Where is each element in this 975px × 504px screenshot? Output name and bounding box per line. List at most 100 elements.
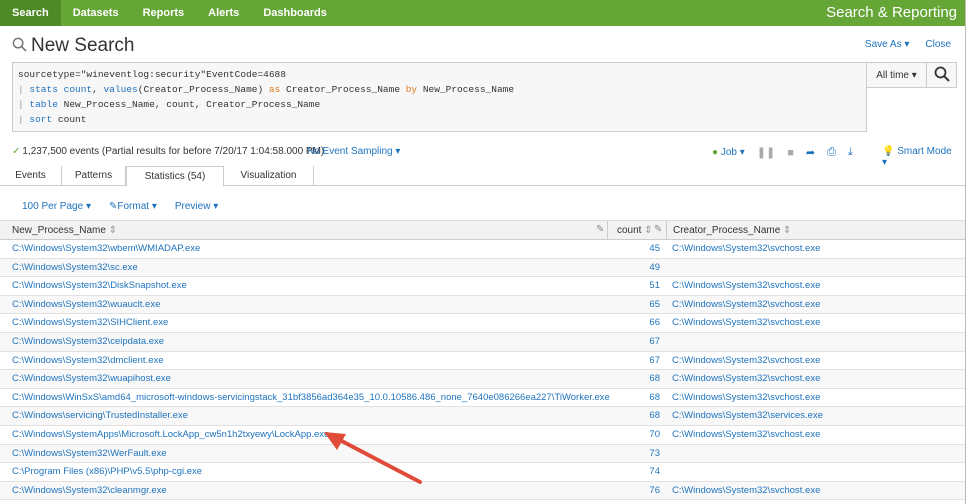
table-row: C:\Windows\SystemApps\Microsoft.LockApp_… xyxy=(0,426,965,445)
new-process-name-cell[interactable]: C:\Windows\System32\DiskSnapshot.exe xyxy=(12,277,187,295)
close-button[interactable]: Close xyxy=(925,39,951,50)
table-row: C:\Windows\System32\dmclient.exe 67 C:\Win… xyxy=(0,352,965,371)
count-cell[interactable]: 74 xyxy=(615,463,660,481)
print-icon[interactable]: ⎙ xyxy=(827,146,836,159)
search-mode-dropdown[interactable]: 💡 Smart Mode ▾ xyxy=(882,146,957,168)
count-cell[interactable]: 67 xyxy=(615,333,660,351)
nav-dashboards[interactable]: Dashboards xyxy=(251,0,339,26)
new-process-name-cell[interactable]: C:\Windows\servicing\TrustedInstaller.ex… xyxy=(12,407,188,425)
query-token: | xyxy=(18,114,30,125)
count-cell[interactable]: 66 xyxy=(615,314,660,332)
query-line: | sort count xyxy=(18,112,861,127)
tab-patterns[interactable]: Patterns xyxy=(62,166,126,186)
count-cell[interactable]: 70 xyxy=(615,426,660,444)
share-icon[interactable]: ➦ xyxy=(806,146,815,159)
search-icon xyxy=(12,37,27,55)
save-as-label: Save As xyxy=(864,39,902,50)
chevron-down-icon: ▾ xyxy=(85,201,91,212)
count-cell[interactable]: 49 xyxy=(615,259,660,277)
table-row: C:\Windows\System32\wuauclt.exe 65 C:\Wind… xyxy=(0,295,965,315)
tab-events[interactable]: Events xyxy=(0,166,62,186)
new-process-name-cell[interactable]: C:\Program Files (x86)\PHP\v5.5\php-cgi.… xyxy=(12,463,202,481)
chevron-down-icon: ▾ xyxy=(739,147,745,158)
search-icon xyxy=(934,66,950,85)
save-as-button[interactable]: Save As ▾ xyxy=(865,39,910,50)
per-page-dropdown[interactable]: 100 Per Page ▾ xyxy=(22,201,91,212)
table-header-row: New_Process_Name ⇕ ✎ count ⇕ ✎ Creator_P… xyxy=(0,220,965,240)
statistics-table: New_Process_Name ⇕ ✎ count ⇕ ✎ Creator_P… xyxy=(0,220,965,501)
new-process-name-cell[interactable]: C:\Windows\System32\wuauclt.exe xyxy=(12,296,160,314)
creator-process-name-cell[interactable]: C:\Windows\System32\svchost.exe xyxy=(672,389,820,407)
info-icon: ● xyxy=(712,147,719,158)
table-row: C:\Windows\System32\DiskSnapshot.exe 51 C:… xyxy=(0,277,965,296)
nav-search[interactable]: Search xyxy=(0,0,61,26)
edit-column-icon[interactable]: ✎ xyxy=(596,224,604,235)
query-token: | xyxy=(18,84,30,95)
column-header-label: count xyxy=(617,225,642,236)
new-process-name-cell[interactable]: C:\Windows\System32\sc.exe xyxy=(12,259,138,277)
column-header-label: Creator_Process_Name xyxy=(673,225,781,236)
creator-process-name-cell[interactable]: C:\Windows\System32\svchost.exe xyxy=(672,277,820,295)
app-title: Search & Reporting xyxy=(826,4,957,21)
new-process-name-cell[interactable]: C:\Windows\System32\dmclient.exe xyxy=(12,352,164,370)
query-token: values xyxy=(103,84,138,95)
creator-process-name-cell[interactable]: C:\Windows\System32\svchost.exe xyxy=(672,426,820,444)
table-row: C:\Windows\System32\wbem\WMIADAP.exe 45 C:… xyxy=(0,240,965,259)
count-cell[interactable]: 76 xyxy=(615,482,660,500)
event-sampling-dropdown[interactable]: No Event Sampling ▾ xyxy=(307,146,400,157)
tab-statistics[interactable]: Statistics (54) xyxy=(126,166,224,187)
new-process-name-cell[interactable]: C:\Windows\SystemApps\Microsoft.LockApp_… xyxy=(12,426,329,444)
new-process-name-cell[interactable]: C:\Windows\System32\ceipdata.exe xyxy=(12,333,164,351)
count-cell[interactable]: 68 xyxy=(615,370,660,388)
page-title: New Search xyxy=(31,35,135,56)
creator-process-name-cell[interactable]: C:\Windows\System32\svchost.exe xyxy=(672,370,820,388)
creator-process-name-cell[interactable]: C:\Windows\System32\services.exe xyxy=(672,407,823,425)
search-query-input[interactable]: sourcetype="wineventlog:security"EventCo… xyxy=(12,62,867,132)
new-process-name-cell[interactable]: C:\Windows\WinSxS\amd64_microsoft-window… xyxy=(12,389,610,407)
column-header-new-process-name[interactable]: New_Process_Name ⇕ xyxy=(0,221,117,240)
table-row: C:\Windows\System32\SIHClient.exe 66 C:\Wi… xyxy=(0,314,965,333)
column-header-creator-process-name[interactable]: Creator_Process_Name ⇕ xyxy=(661,221,791,240)
column-header-label: New_Process_Name xyxy=(12,225,106,236)
count-cell[interactable]: 65 xyxy=(615,296,660,314)
table-row: C:\Windows\WinSxS\amd64_microsoft-window… xyxy=(0,389,965,408)
creator-process-name-cell[interactable]: C:\Windows\System32\svchost.exe xyxy=(672,314,820,332)
count-cell[interactable]: 45 xyxy=(615,240,660,258)
new-process-name-cell[interactable]: C:\Windows\System32\WerFault.exe xyxy=(12,445,167,463)
time-range-label: All time xyxy=(876,69,909,81)
table-controls: 100 Per Page ▾ ✎Format ▾ Preview ▾ xyxy=(22,201,218,212)
time-range-picker[interactable]: All time ▾ xyxy=(867,62,927,88)
preview-dropdown[interactable]: Preview ▾ xyxy=(175,201,218,212)
search-button[interactable] xyxy=(927,62,957,88)
new-process-name-cell[interactable]: C:\Windows\System32\wuapihost.exe xyxy=(12,370,171,388)
new-process-name-cell[interactable]: C:\Windows\System32\wbem\WMIADAP.exe xyxy=(12,240,200,258)
query-token: New_Process_Name, count, Creator_Process… xyxy=(57,99,321,110)
creator-process-name-cell[interactable]: C:\Windows\System32\svchost.exe xyxy=(672,240,820,258)
tab-visualization[interactable]: Visualization xyxy=(224,166,314,186)
new-process-name-cell[interactable]: C:\Windows\System32\cleanmgr.exe xyxy=(12,482,167,500)
creator-process-name-cell[interactable]: C:\Windows\System32\svchost.exe xyxy=(672,482,820,500)
count-cell[interactable]: 73 xyxy=(615,445,660,463)
creator-process-name-cell[interactable]: C:\Windows\System32\svchost.exe xyxy=(672,296,820,314)
count-cell[interactable]: 68 xyxy=(615,389,660,407)
table-row: C:\Windows\System32\sc.exe 49 xyxy=(0,258,965,278)
pause-icon[interactable]: ❚❚ xyxy=(757,146,775,159)
nav-alerts[interactable]: Alerts xyxy=(196,0,251,26)
stop-icon[interactable]: ■ xyxy=(787,147,794,159)
nav-reports[interactable]: Reports xyxy=(131,0,197,26)
format-dropdown[interactable]: ✎Format ▾ xyxy=(109,201,157,212)
sort-icon: ⇕ xyxy=(644,225,653,236)
count-cell[interactable]: 51 xyxy=(615,277,660,295)
column-header-count[interactable]: count ⇕ xyxy=(605,221,653,240)
export-icon[interactable]: ⤓ xyxy=(848,146,853,159)
top-nav: Search Datasets Reports Alerts Dashboard… xyxy=(0,0,965,26)
count-cell[interactable]: 67 xyxy=(615,352,660,370)
query-token: , xyxy=(92,84,104,95)
sort-icon: ⇕ xyxy=(783,225,792,236)
count-cell[interactable]: 68 xyxy=(615,407,660,425)
new-process-name-cell[interactable]: C:\Windows\System32\SIHClient.exe xyxy=(12,314,168,332)
nav-datasets[interactable]: Datasets xyxy=(61,0,131,26)
job-menu[interactable]: ● Job ▾ xyxy=(712,147,745,158)
query-token: Creator_Process_Name xyxy=(280,84,406,95)
creator-process-name-cell[interactable]: C:\Windows\System32\svchost.exe xyxy=(672,352,820,370)
